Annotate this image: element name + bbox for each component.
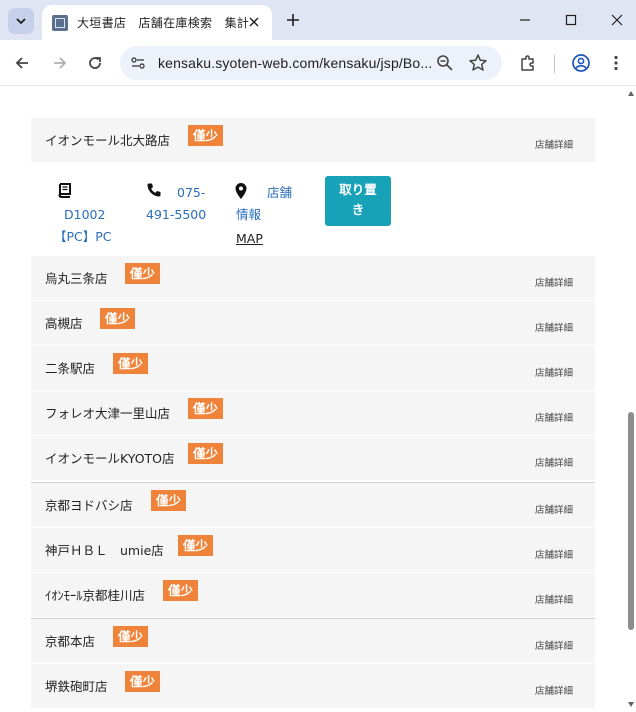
store-detail-link[interactable]: 店舗詳細: [535, 365, 573, 379]
scroll-down-arrow-icon[interactable]: [628, 702, 634, 707]
stock-status-badge: 僅少: [100, 308, 136, 329]
store-name[interactable]: 高槻店: [45, 313, 83, 332]
page-viewport: イオンモール北大路店 僅少 店舗詳細 D1002 【PC】PC 075- 491…: [0, 87, 626, 712]
store-name[interactable]: 京都ヨドバシ店: [45, 495, 133, 514]
store-name[interactable]: 烏丸三条店: [45, 268, 108, 287]
store-detail-link[interactable]: 店舗詳細: [535, 547, 573, 561]
stock-status-badge: 僅少: [151, 490, 187, 511]
stock-status-badge: 僅少: [113, 626, 149, 647]
stock-status-badge: 僅少: [163, 580, 199, 601]
stock-status-badge: 僅少: [188, 398, 224, 419]
scrollbar-thumb[interactable]: [628, 412, 634, 630]
store-row[interactable]: 烏丸三条店 僅少 店舗詳細: [31, 256, 595, 300]
store-info-link-line1[interactable]: 店舗: [267, 182, 292, 204]
book-icon: [56, 182, 72, 198]
map-link[interactable]: MAP: [236, 231, 263, 246]
address-bar[interactable]: kensaku.syoten-web.com/kensaku/jsp/Bo...: [120, 46, 502, 80]
new-tab-plus-icon[interactable]: [283, 10, 303, 30]
tab-search-button[interactable]: [8, 8, 34, 34]
store-row[interactable]: イオンモールKYOTO店 僅少 店舗詳細: [31, 436, 595, 480]
store-row[interactable]: 神戸ＨＢＬ umie店 僅少 店舗詳細: [31, 528, 595, 572]
stock-status-badge: 僅少: [178, 535, 214, 556]
maximize-icon[interactable]: [560, 10, 582, 30]
extensions-puzzle-icon[interactable]: [518, 53, 538, 73]
page-scrollbar[interactable]: [626, 87, 636, 712]
store-name[interactable]: 京都本店: [45, 631, 95, 650]
profile-avatar-icon[interactable]: [571, 53, 591, 73]
chevron-down-icon: [16, 18, 26, 25]
phone-number-line2[interactable]: 491-5500: [146, 204, 206, 226]
stock-status-badge: 僅少: [188, 125, 224, 146]
store-row[interactable]: イオンモール北大路店 僅少 店舗詳細: [31, 118, 595, 162]
store-name[interactable]: フォレオ大津一里山店: [45, 403, 170, 422]
store-info-link-line2[interactable]: 情報: [236, 204, 261, 226]
phone-number-line1[interactable]: 075-: [177, 182, 205, 204]
store-detail-link[interactable]: 店舗詳細: [535, 638, 573, 652]
reload-icon[interactable]: [85, 53, 105, 73]
scroll-up-arrow-icon[interactable]: [628, 91, 634, 96]
store-name[interactable]: イオンモールKYOTO店: [45, 448, 175, 467]
store-detail-link[interactable]: 店舗詳細: [535, 455, 573, 469]
store-detail-link[interactable]: 店舗詳細: [535, 502, 573, 516]
stock-status-badge: 僅少: [113, 353, 149, 374]
store-detail-link[interactable]: 店舗詳細: [535, 683, 573, 697]
store-name[interactable]: 堺鉄砲町店: [45, 676, 108, 695]
reserve-button[interactable]: 取り置 き: [325, 176, 391, 226]
store-row[interactable]: フォレオ大津一里山店 僅少 店舗詳細: [31, 391, 595, 435]
site-favicon-icon: [52, 14, 68, 31]
minimize-icon[interactable]: [514, 10, 536, 30]
back-arrow-icon[interactable]: [12, 53, 32, 73]
bookmark-star-icon[interactable]: [468, 53, 488, 73]
store-detail-panel: D1002 【PC】PC 075- 491-5500 店舗 情報 MAP 取り置…: [31, 162, 595, 256]
store-row[interactable]: 京都ヨドバシ店 僅少 店舗詳細: [31, 483, 595, 527]
store-detail-link[interactable]: 店舗詳細: [535, 275, 573, 289]
browser-tab[interactable]: 大垣書店 店舗在庫検索 集計: [42, 5, 272, 40]
zoom-magnifier-icon[interactable]: [436, 54, 454, 72]
stock-status-badge: 僅少: [125, 263, 161, 284]
store-row[interactable]: 高槻店 僅少 店舗詳細: [31, 301, 595, 345]
store-detail-link[interactable]: 店舗詳細: [535, 410, 573, 424]
map-pin-icon: [234, 182, 250, 199]
toolbar-separator: [554, 55, 555, 73]
store-row[interactable]: 堺鉄砲町店 僅少 店舗詳細: [31, 664, 595, 708]
stock-status-badge: 僅少: [188, 443, 224, 464]
store-name[interactable]: イオンモール北大路店: [45, 130, 170, 149]
browser-menu-icon[interactable]: [606, 53, 626, 73]
tab-close-icon[interactable]: [246, 14, 262, 30]
store-detail-link[interactable]: 店舗詳細: [535, 137, 573, 151]
phone-icon: [146, 182, 162, 198]
store-detail-link[interactable]: 店舗詳細: [535, 592, 573, 606]
shelf-code: D1002: [64, 207, 106, 222]
tab-title: 大垣書店 店舗在庫検索 集計: [77, 16, 250, 30]
store-row[interactable]: ｲｵﾝﾓｰﾙ京都桂川店 僅少 店舗詳細: [31, 573, 595, 617]
address-url-text[interactable]: kensaku.syoten-web.com/kensaku/jsp/Bo...: [158, 55, 432, 71]
site-settings-icon[interactable]: [129, 54, 147, 72]
window-close-icon[interactable]: [606, 10, 628, 30]
store-name[interactable]: ｲｵﾝﾓｰﾙ京都桂川店: [45, 585, 145, 604]
browser-toolbar: kensaku.syoten-web.com/kensaku/jsp/Bo...: [0, 40, 636, 86]
forward-arrow-icon[interactable]: [50, 53, 70, 73]
store-row[interactable]: 京都本店 僅少 店舗詳細: [31, 619, 595, 663]
stock-status-badge: 僅少: [125, 671, 161, 692]
reserve-button-line1: 取り置: [339, 182, 377, 197]
store-name[interactable]: 二条駅店: [45, 358, 95, 377]
browser-titlebar: 大垣書店 店舗在庫検索 集計: [0, 0, 636, 40]
store-row[interactable]: 二条駅店 僅少 店舗詳細: [31, 346, 595, 390]
reserve-button-line2: き: [351, 202, 365, 217]
store-name[interactable]: 神戸ＨＢＬ umie店: [45, 540, 164, 559]
shelf-category: 【PC】PC: [54, 229, 112, 244]
store-detail-link[interactable]: 店舗詳細: [535, 320, 573, 334]
